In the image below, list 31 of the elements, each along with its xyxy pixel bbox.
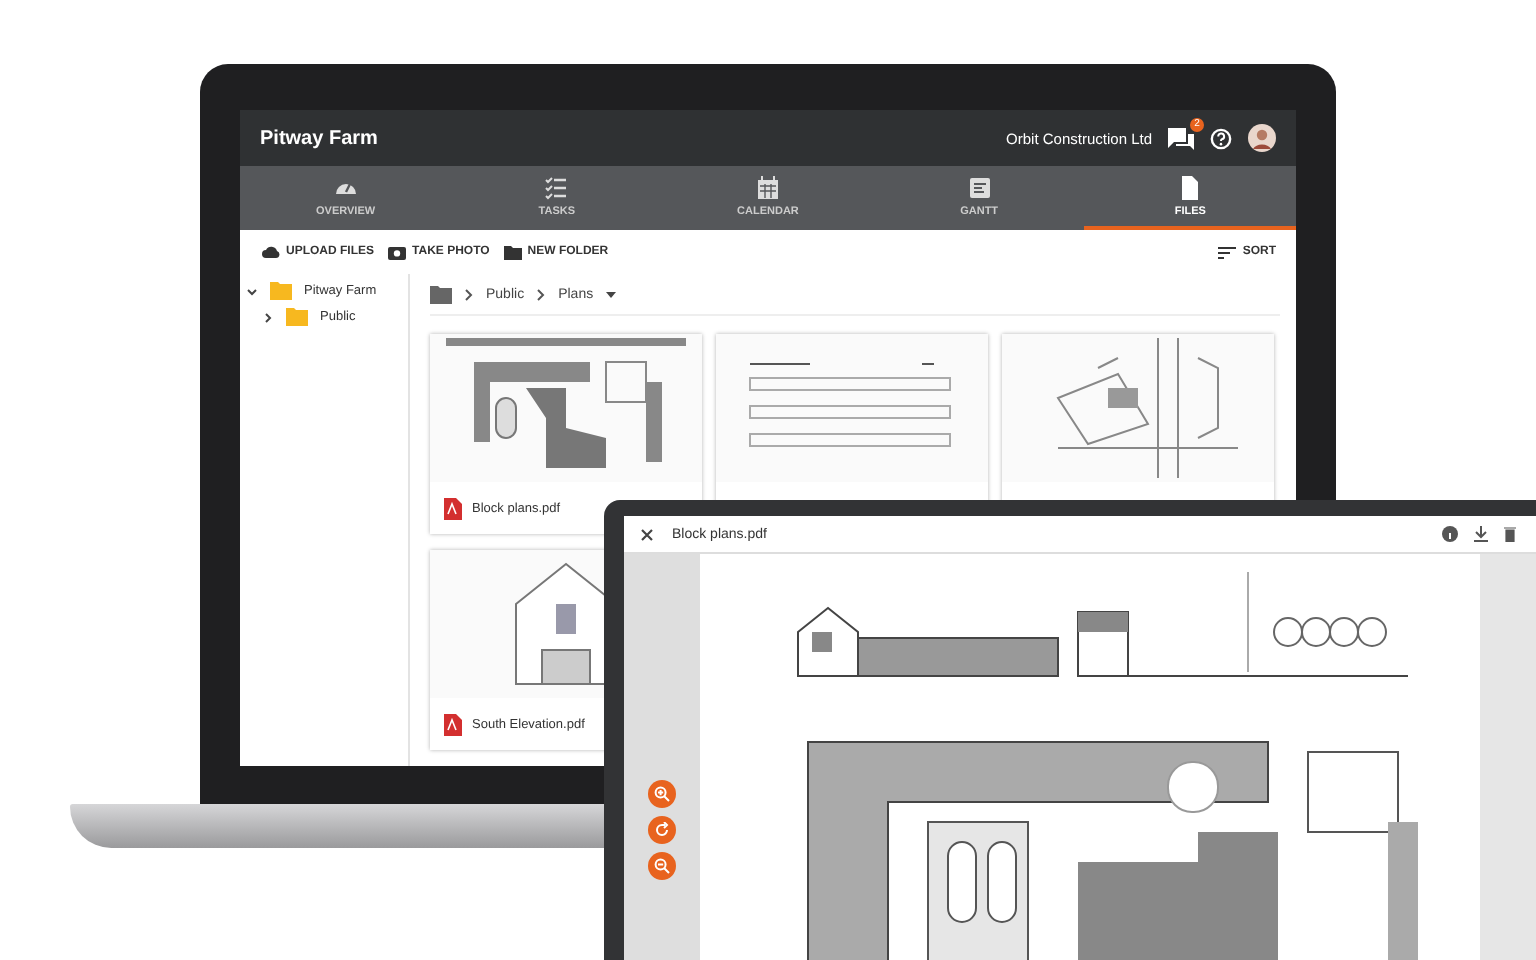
help-icon[interactable] xyxy=(1210,127,1232,149)
chevron-right-icon xyxy=(464,287,474,301)
rotate-icon xyxy=(654,822,670,838)
folder-icon[interactable] xyxy=(430,285,452,303)
pdf-file-icon xyxy=(444,713,462,735)
dropdown-caret-icon xyxy=(605,291,616,297)
cloud-upload-icon xyxy=(262,244,280,260)
download-icon[interactable] xyxy=(1474,526,1488,542)
camera-icon xyxy=(388,244,407,260)
checklist-icon xyxy=(544,175,569,199)
calendar-icon xyxy=(755,175,780,199)
document-lines-icon xyxy=(967,175,992,199)
project-title: Pitway Farm xyxy=(260,127,378,149)
close-icon xyxy=(639,527,653,541)
file-icon xyxy=(1178,175,1203,199)
rotate-button[interactable] xyxy=(648,816,676,844)
pdf-file-icon xyxy=(444,497,462,519)
chat-icon[interactable] xyxy=(1168,127,1194,149)
chevron-right-icon xyxy=(536,287,547,301)
info-icon[interactable] xyxy=(1442,526,1458,542)
close-button[interactable] xyxy=(636,524,656,544)
avatar-icon[interactable] xyxy=(1248,124,1276,152)
delete-icon[interactable] xyxy=(1504,526,1516,542)
zoom-in-icon xyxy=(654,786,670,802)
sort-icon xyxy=(1218,245,1237,259)
zoom-in-button[interactable] xyxy=(648,780,676,808)
folder-icon xyxy=(270,282,292,300)
zoom-out-button[interactable] xyxy=(648,852,676,880)
folder-icon xyxy=(286,308,308,326)
zoom-out-icon xyxy=(654,858,670,874)
folder-plus-icon xyxy=(503,244,522,260)
